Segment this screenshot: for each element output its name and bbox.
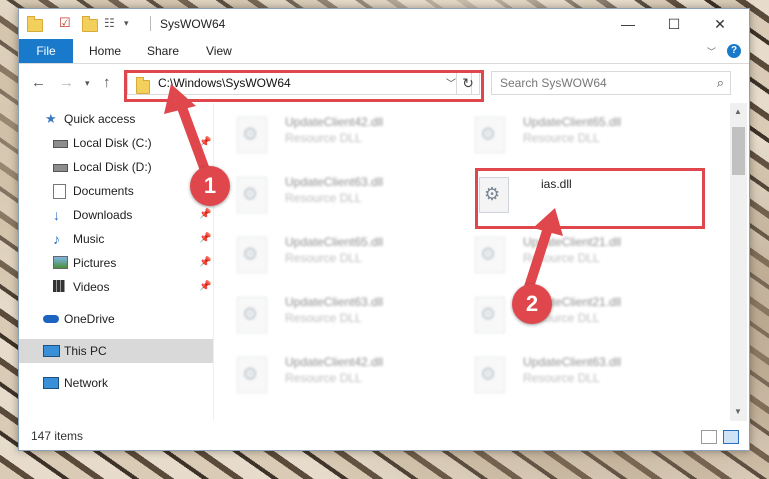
arrow-2-head	[533, 208, 563, 236]
step-2-badge: 2	[512, 284, 552, 324]
step-1-badge: 1	[190, 166, 230, 206]
arrow-2	[523, 223, 553, 295]
arrow-1-head	[164, 84, 196, 114]
annotation-arrows	[164, 84, 563, 295]
arrow-1	[175, 97, 210, 175]
